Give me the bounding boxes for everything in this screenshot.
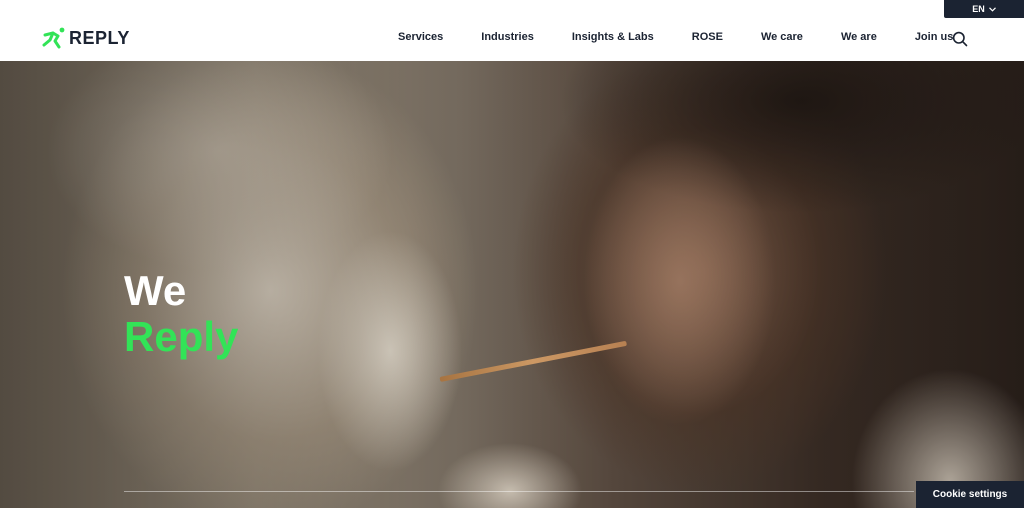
site-header: REPLY Services Industries Insights & Lab… <box>0 0 1024 61</box>
hero-headline: We Reply <box>124 268 238 360</box>
nav-item-join-us[interactable]: Join us <box>915 31 954 43</box>
headline-reply: Reply <box>124 313 239 360</box>
hero-divider <box>124 491 914 492</box>
main-nav: Services Industries Insights & Labs ROSE… <box>380 31 953 43</box>
hero-banner: We Reply <box>0 61 1024 508</box>
language-label: EN <box>972 4 985 14</box>
headline-we: We <box>124 267 187 314</box>
chevron-down-icon <box>988 5 996 14</box>
language-selector[interactable]: EN <box>944 0 1024 18</box>
nav-item-we-care[interactable]: We care <box>761 31 803 43</box>
nav-item-insights-labs[interactable]: Insights & Labs <box>572 31 654 43</box>
running-figure-icon <box>42 27 65 49</box>
reply-logo[interactable]: REPLY <box>42 27 130 49</box>
nav-item-services[interactable]: Services <box>398 31 443 43</box>
nav-item-rose[interactable]: ROSE <box>692 31 723 43</box>
nav-item-we-are[interactable]: We are <box>841 31 877 43</box>
cookie-settings-button[interactable]: Cookie settings <box>916 481 1024 508</box>
nav-item-industries[interactable]: Industries <box>481 31 534 43</box>
search-icon[interactable] <box>952 31 968 47</box>
logo-text: REPLY <box>69 27 130 48</box>
